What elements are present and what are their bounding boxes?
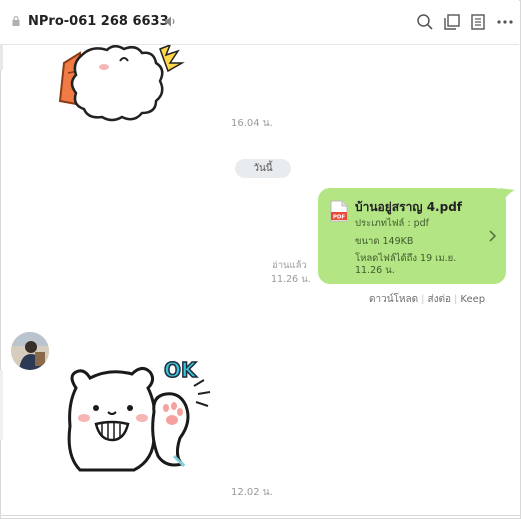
read-time: 11.26 น. [271,274,311,285]
speaker-icon[interactable] [164,15,177,28]
divider [0,515,521,516]
timestamp: 12.02 น. [231,487,273,498]
read-status: อ่านแล้ว [272,260,307,271]
share-link[interactable]: ส่งต่อ [428,294,452,305]
separator: | [454,294,458,305]
file-expiry-time: 11.26 น. [355,265,395,276]
file-actions: ดาวน์โหลด | ส่งต่อ | Keep [369,292,485,307]
pdf-icon: PDF [330,200,348,222]
ok-sticker-text: OK [163,357,199,383]
download-link[interactable]: ดาวน์โหลด [369,294,418,305]
more-icon[interactable] [496,13,514,31]
keep-link[interactable]: Keep [460,294,485,305]
chat-title: NPro-061 268 6633 [28,14,169,29]
separator: | [421,294,425,305]
search-icon[interactable] [416,13,434,31]
note-icon[interactable] [469,13,487,31]
file-name: บ้านอยู่สราญ 4.pdf [355,200,463,214]
timestamp: 16.04 น. [231,118,273,129]
edge-marker [0,370,3,440]
file-size: ขนาด 149KB [355,236,414,247]
sticker-image[interactable] [52,45,187,123]
pdf-icon-label: PDF [333,215,346,221]
lock-icon [12,16,20,26]
file-type: ประเภทไฟล์ : pdf [355,218,429,229]
window-icon[interactable] [443,13,461,31]
svg-text:OK: OK [164,358,198,382]
chevron-right-icon[interactable] [488,229,497,243]
bubble-tail [499,188,515,202]
edge-marker [0,45,3,70]
chat-header: NPro-061 268 6633 [0,0,519,45]
sticker-image[interactable]: OK [62,352,220,476]
date-divider: วันนี้ [235,159,291,178]
avatar-image [11,332,49,370]
avatar[interactable] [11,332,49,370]
